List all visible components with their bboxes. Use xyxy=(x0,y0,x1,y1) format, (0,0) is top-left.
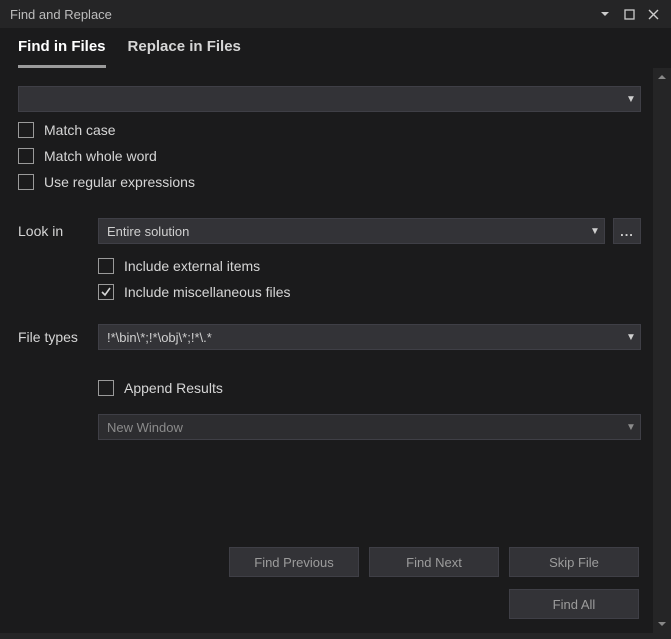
file-types-label: File types xyxy=(18,329,90,345)
maximize-icon[interactable] xyxy=(617,2,641,26)
include-external-checkbox[interactable] xyxy=(98,258,114,274)
append-results-label: Append Results xyxy=(124,380,223,396)
find-all-button[interactable]: Find All xyxy=(509,589,639,619)
match-whole-word-checkbox[interactable] xyxy=(18,148,34,164)
window-options-icon[interactable] xyxy=(593,2,617,26)
tab-bar: Find in Files Replace in Files xyxy=(0,28,671,68)
chevron-down-icon[interactable]: ▼ xyxy=(622,94,640,105)
form-panel: ▼ Match case Match whole word Use regula… xyxy=(0,68,653,633)
tab-find-in-files[interactable]: Find in Files xyxy=(18,38,106,68)
chevron-down-icon[interactable]: ▼ xyxy=(622,332,640,343)
include-external-label: Include external items xyxy=(124,258,260,274)
results-target-value: New Window xyxy=(99,420,622,435)
vertical-scrollbar[interactable] xyxy=(653,68,671,633)
include-misc-label: Include miscellaneous files xyxy=(124,284,291,300)
match-whole-word-label: Match whole word xyxy=(44,148,157,164)
append-results-checkbox[interactable] xyxy=(98,380,114,396)
window-title: Find and Replace xyxy=(10,7,112,22)
scroll-down-icon[interactable] xyxy=(653,615,671,633)
results-target-select[interactable]: New Window ▼ xyxy=(98,414,641,440)
action-buttons: Find Previous Find Next Skip File Find A… xyxy=(229,547,639,619)
find-next-button[interactable]: Find Next xyxy=(369,547,499,577)
tab-replace-in-files[interactable]: Replace in Files xyxy=(128,38,241,68)
title-bar: Find and Replace xyxy=(0,0,671,28)
scroll-up-icon[interactable] xyxy=(653,68,671,86)
match-case-label: Match case xyxy=(44,122,116,138)
browse-label: ... xyxy=(620,224,634,239)
search-term-input[interactable]: ▼ xyxy=(18,86,641,112)
file-types-value: !*\bin\*;!*\obj\*;!*\.* xyxy=(99,330,622,345)
include-misc-checkbox[interactable] xyxy=(98,284,114,300)
chevron-down-icon[interactable]: ▼ xyxy=(622,422,640,433)
look-in-label: Look in xyxy=(18,223,90,239)
use-regex-label: Use regular expressions xyxy=(44,174,195,190)
browse-button[interactable]: ... xyxy=(613,218,641,244)
look-in-select[interactable]: Entire solution ▼ xyxy=(98,218,605,244)
use-regex-checkbox[interactable] xyxy=(18,174,34,190)
skip-file-button[interactable]: Skip File xyxy=(509,547,639,577)
find-previous-button[interactable]: Find Previous xyxy=(229,547,359,577)
file-types-input[interactable]: !*\bin\*;!*\obj\*;!*\.* ▼ xyxy=(98,324,641,350)
close-icon[interactable] xyxy=(641,2,665,26)
match-case-checkbox[interactable] xyxy=(18,122,34,138)
chevron-down-icon[interactable]: ▼ xyxy=(586,226,604,237)
look-in-value: Entire solution xyxy=(99,224,586,239)
